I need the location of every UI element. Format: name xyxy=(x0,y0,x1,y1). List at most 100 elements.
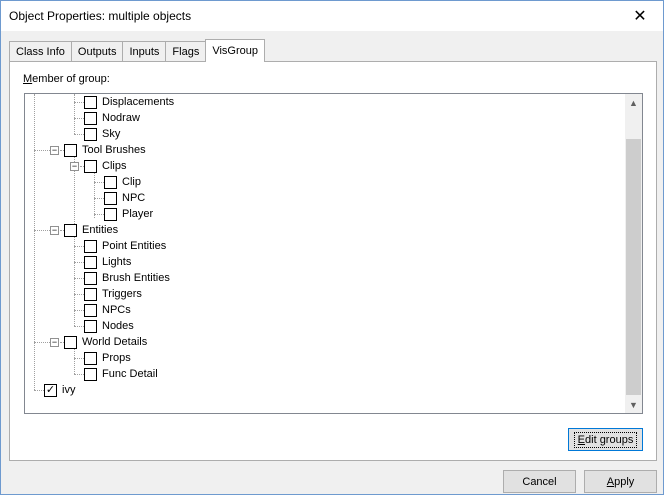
object-properties-dialog: Object Properties: multiple objects ✕ Cl… xyxy=(0,0,664,495)
tree-node-label: Lights xyxy=(102,256,132,268)
tree-node-label: Brush Entities xyxy=(102,272,170,284)
scroll-up-icon[interactable]: ▲ xyxy=(625,94,642,111)
checkbox[interactable] xyxy=(64,143,77,157)
checkbox[interactable] xyxy=(84,351,97,365)
tree-node-clips[interactable]: Clips xyxy=(84,158,126,174)
checkbox[interactable] xyxy=(84,111,97,125)
checkbox[interactable] xyxy=(84,255,97,269)
scroll-down-icon[interactable]: ▼ xyxy=(625,396,642,413)
tree-guide-line xyxy=(74,326,84,327)
tab-outputs[interactable]: Outputs xyxy=(70,41,124,62)
checkbox[interactable] xyxy=(84,303,97,317)
tree-node-sky[interactable]: Sky xyxy=(84,126,120,142)
scroll-thumb[interactable] xyxy=(626,139,641,395)
checkbox[interactable] xyxy=(84,271,97,285)
checkbox[interactable] xyxy=(84,95,97,109)
tree-node-label: Nodes xyxy=(102,320,134,332)
tree-node-label: Entities xyxy=(82,224,119,236)
checkbox[interactable] xyxy=(104,175,117,189)
tree-node-player[interactable]: Player xyxy=(104,206,153,222)
tree-guide-line xyxy=(74,374,84,375)
tree-guide-line xyxy=(34,230,50,231)
tree-node-props[interactable]: Props xyxy=(84,350,131,366)
tree-node-displacements[interactable]: Displacements xyxy=(84,94,174,110)
collapse-world-details-icon[interactable]: − xyxy=(50,338,59,347)
tree-guide-line xyxy=(34,94,35,390)
tree-node-nodes[interactable]: Nodes xyxy=(84,318,134,334)
tree-node-func-detail[interactable]: Func Detail xyxy=(84,366,158,382)
tree-node-triggers[interactable]: Triggers xyxy=(84,286,142,302)
collapse-clips-icon[interactable]: − xyxy=(70,162,79,171)
checkbox[interactable]: ✓ xyxy=(44,383,57,397)
title-bar: Object Properties: multiple objects ✕ xyxy=(1,1,663,31)
window-title: Object Properties: multiple objects xyxy=(9,9,192,23)
tree-node-brush-entities[interactable]: Brush Entities xyxy=(84,270,170,286)
tree-node-npcs[interactable]: NPCs xyxy=(84,302,131,318)
edit-groups-label: Edit groups xyxy=(573,431,638,448)
tree-node-lights[interactable]: Lights xyxy=(84,254,131,270)
checkbox[interactable] xyxy=(64,335,77,349)
checkbox[interactable] xyxy=(84,127,97,141)
tree-guide-line xyxy=(34,150,50,151)
tree-guide-line xyxy=(74,94,75,134)
tree-node-label: Func Detail xyxy=(102,368,158,380)
collapse-entities-icon[interactable]: − xyxy=(50,226,59,235)
tree-guide-line xyxy=(74,262,84,263)
checkbox[interactable] xyxy=(84,159,97,173)
tree-node-label: Clip xyxy=(122,176,141,188)
tree-guide-line xyxy=(74,310,84,311)
tree-guide-line xyxy=(74,358,84,359)
tree-guide-line xyxy=(74,246,84,247)
tree-node-label: Props xyxy=(102,352,131,364)
tree-node-world-details[interactable]: World Details xyxy=(64,334,147,350)
tree-content: − − − − Displacements Nodraw Sky Tool Br… xyxy=(25,94,624,413)
tree-node-label: Clips xyxy=(102,160,127,172)
member-of-group-label: Member of group: xyxy=(23,73,110,85)
tree-node-label: Player xyxy=(122,208,154,220)
apply-button[interactable]: Apply xyxy=(584,470,657,493)
tree-node-label: Point Entities xyxy=(102,240,167,252)
visgroup-tree[interactable]: − − − − Displacements Nodraw Sky Tool Br… xyxy=(24,93,643,414)
checkbox[interactable] xyxy=(104,191,117,205)
tree-guide-line xyxy=(74,102,84,103)
checkbox[interactable] xyxy=(84,367,97,381)
tree-node-label: NPCs xyxy=(102,304,131,316)
tree-node-npc[interactable]: NPC xyxy=(104,190,145,206)
tab-strip: Class Info Outputs Inputs Flags VisGroup xyxy=(9,39,265,62)
tab-class-info[interactable]: Class Info xyxy=(9,41,72,62)
tree-node-label: Nodraw xyxy=(102,112,140,124)
checkbox[interactable] xyxy=(84,239,97,253)
tree-guide-line xyxy=(94,198,104,199)
tree-node-clip[interactable]: Clip xyxy=(104,174,141,190)
tree-guide-line xyxy=(74,118,84,119)
tree-node-ivy[interactable]: ✓ ivy xyxy=(44,382,75,398)
close-icon[interactable]: ✕ xyxy=(617,1,663,31)
tree-node-label: Tool Brushes xyxy=(82,144,146,156)
tree-node-tool-brushes[interactable]: Tool Brushes xyxy=(64,142,146,158)
tree-node-label: World Details xyxy=(82,336,148,348)
edit-groups-button[interactable]: Edit groups xyxy=(568,428,643,451)
tree-guide-line xyxy=(74,278,84,279)
tab-flags[interactable]: Flags xyxy=(165,41,207,62)
checkbox[interactable] xyxy=(84,287,97,301)
tab-visgroup[interactable]: VisGroup xyxy=(205,39,265,62)
vertical-scrollbar[interactable]: ▲ ▼ xyxy=(625,94,642,413)
tree-node-label: ivy xyxy=(62,384,76,396)
checkbox[interactable] xyxy=(64,223,77,237)
tree-node-point-entities[interactable]: Point Entities xyxy=(84,238,166,254)
collapse-tool-brushes-icon[interactable]: − xyxy=(50,146,59,155)
tree-node-label: Sky xyxy=(102,128,121,140)
tree-node-label: NPC xyxy=(122,192,146,204)
visgroup-panel: Member of group: − − − − Displacements N… xyxy=(9,61,657,461)
checkbox[interactable] xyxy=(104,207,117,221)
tree-guide-line xyxy=(74,134,84,135)
tree-guide-line xyxy=(74,294,84,295)
tab-inputs[interactable]: Inputs xyxy=(122,41,167,62)
checkbox[interactable] xyxy=(84,319,97,333)
tree-node-entities[interactable]: Entities xyxy=(64,222,118,238)
tree-node-nodraw[interactable]: Nodraw xyxy=(84,110,140,126)
cancel-button[interactable]: Cancel xyxy=(503,470,576,493)
tree-node-label: Displacements xyxy=(102,96,175,108)
check-icon: ✓ xyxy=(45,383,56,396)
tree-guide-line xyxy=(94,182,104,183)
